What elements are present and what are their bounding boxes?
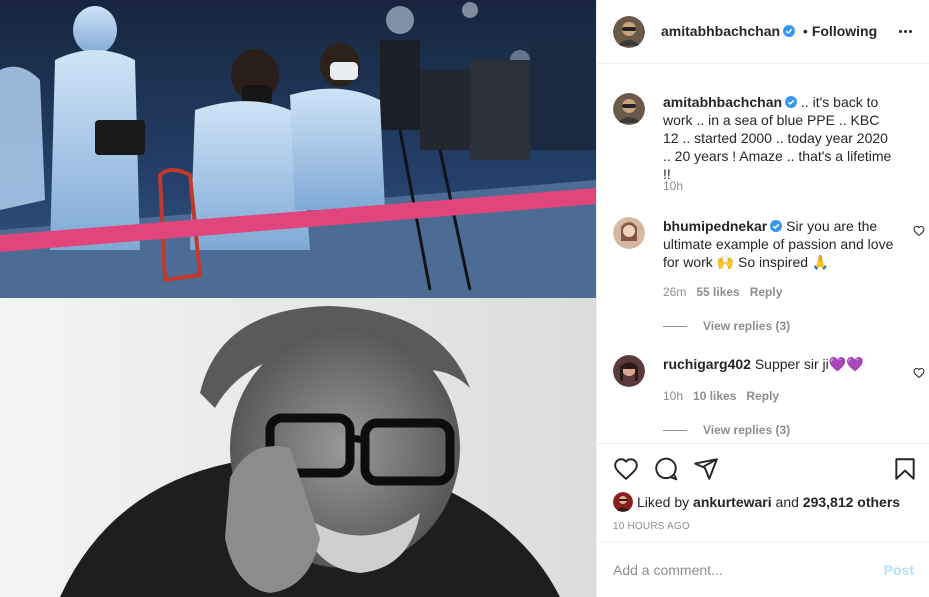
liked-and: and (775, 494, 799, 510)
post-panel: amitabhbachchan • Following amitabhbachch… (596, 0, 929, 597)
add-comment-bar: Post (597, 541, 929, 597)
replies-divider (663, 326, 687, 328)
comment-item: bhumipednekar Sir you are the ultimate e… (613, 217, 925, 333)
post-comment-button[interactable]: Post (884, 562, 914, 578)
commenter-avatar[interactable] (613, 355, 645, 387)
comment-text: Supper sir ji💜💜 (754, 356, 864, 372)
likes-others-count[interactable]: 293,812 others (803, 494, 900, 510)
comment-like-heart-icon[interactable] (913, 225, 925, 237)
caption: amitabhbachchan .. it's back to work .. … (613, 93, 913, 203)
post-media[interactable] (0, 0, 596, 597)
comment-time: 26m (663, 285, 687, 299)
view-replies-label: View replies (3) (703, 423, 791, 437)
author-line: amitabhbachchan • Following (661, 23, 877, 39)
comment-text-block: bhumipednekar Sir you are the ultimate e… (663, 217, 895, 271)
replies-divider (663, 430, 687, 432)
verified-badge-icon (785, 96, 798, 108)
post-timestamp[interactable]: 10 HOURS AGO (613, 521, 690, 532)
bookmark-icon[interactable] (892, 456, 918, 482)
comment-likes[interactable]: 55 likes (696, 285, 739, 299)
comment-meta: 10h 10 likes Reply (663, 389, 789, 403)
comment-like-heart-icon[interactable] (913, 367, 925, 379)
portrait-photo (0, 298, 596, 597)
likes-summary: Liked by ankurtewari and 293,812 others (613, 492, 900, 512)
comment-username[interactable]: bhumipednekar (663, 218, 767, 234)
comment-text-block: ruchigarg402 Supper sir ji💜💜 (663, 355, 895, 373)
verified-badge-icon (783, 25, 796, 37)
comments-list[interactable]: amitabhbachchan .. it's back to work .. … (597, 65, 929, 443)
view-replies-button[interactable]: View replies (3) (663, 423, 790, 437)
comment-input[interactable] (613, 558, 853, 582)
comment-likes[interactable]: 10 likes (693, 389, 736, 403)
author-username[interactable]: amitabhbachchan (661, 23, 780, 39)
caption-text-block: amitabhbachchan .. it's back to work .. … (663, 93, 895, 183)
caption-meta: 10h (663, 179, 693, 193)
liker-username[interactable]: ankurtewari (693, 494, 772, 510)
comment-meta: 26m 55 likes Reply (663, 285, 792, 299)
action-bar: Liked by ankurtewari and 293,812 others … (597, 443, 929, 541)
caption-username[interactable]: amitabhbachchan (663, 94, 782, 110)
view-replies-button[interactable]: View replies (3) (663, 319, 790, 333)
caption-time: 10h (663, 179, 684, 193)
reply-button[interactable]: Reply (746, 389, 779, 403)
liked-by-prefix: Liked by (637, 494, 690, 510)
caption-avatar[interactable] (613, 93, 645, 125)
comment-username[interactable]: ruchigarg402 (663, 356, 751, 372)
comment-time: 10h (663, 389, 684, 403)
comment-icon[interactable] (653, 456, 679, 482)
reply-button[interactable]: Reply (750, 285, 783, 299)
liker-avatar[interactable] (613, 492, 633, 512)
share-icon[interactable] (693, 456, 719, 482)
verified-badge-icon (770, 220, 783, 232)
heart-icon[interactable] (613, 456, 639, 482)
post-header: amitabhbachchan • Following (597, 0, 929, 64)
commenter-avatar[interactable] (613, 217, 645, 249)
comment-item: ruchigarg402 Supper sir ji💜💜 10h 10 likes… (613, 355, 925, 443)
following-button[interactable]: Following (812, 23, 877, 39)
separator-dot: • (802, 23, 808, 39)
author-avatar[interactable] (613, 16, 645, 48)
ppe-crew-photo (0, 0, 596, 298)
view-replies-label: View replies (3) (703, 319, 791, 333)
more-options-icon[interactable] (898, 22, 914, 42)
